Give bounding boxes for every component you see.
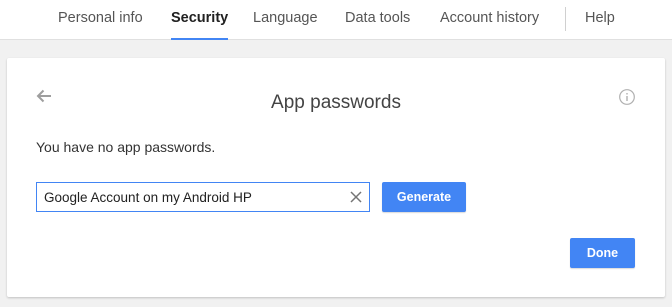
tab-personal-info[interactable]: Personal info: [58, 0, 143, 40]
no-app-passwords-message: You have no app passwords.: [36, 139, 216, 155]
app-name-field[interactable]: [36, 182, 370, 212]
tab-security[interactable]: Security: [171, 0, 229, 40]
nav-divider: [565, 7, 566, 31]
tab-data-tools[interactable]: Data tools: [345, 0, 410, 40]
tab-language[interactable]: Language: [253, 0, 318, 40]
tab-account-history[interactable]: Account history: [440, 0, 539, 40]
top-navigation: Personal info Security Language Data too…: [0, 0, 672, 40]
page-title: App passwords: [271, 92, 401, 113]
app-passwords-card: App passwords You have no app passwords.…: [7, 58, 665, 297]
help-link[interactable]: Help: [585, 0, 615, 40]
active-tab-indicator: [171, 38, 229, 40]
app-name-input[interactable]: [44, 183, 344, 211]
done-button[interactable]: Done: [570, 238, 635, 268]
info-icon[interactable]: [618, 88, 636, 106]
close-icon[interactable]: [349, 190, 363, 204]
generate-button[interactable]: Generate: [382, 182, 466, 212]
